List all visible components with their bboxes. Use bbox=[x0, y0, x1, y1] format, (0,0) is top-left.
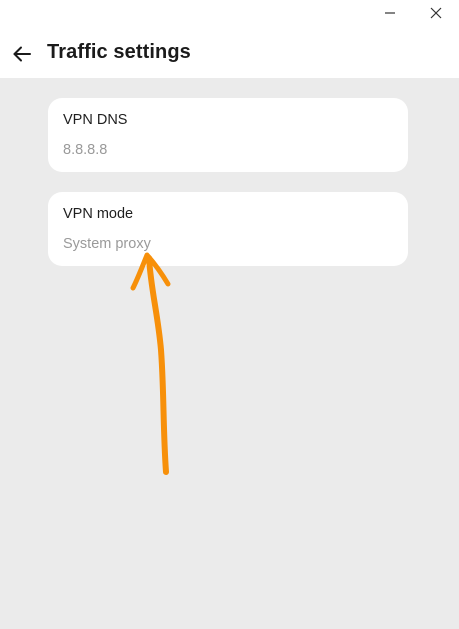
header-bar: Traffic settings bbox=[0, 0, 459, 78]
vpn-mode-label: VPN mode bbox=[63, 206, 134, 222]
page-title: Traffic settings bbox=[47, 41, 191, 63]
vpn-dns-setting[interactable]: VPN DNS 8.8.8.8 bbox=[48, 98, 408, 172]
annotation-arrow bbox=[130, 252, 171, 475]
vpn-dns-label: VPN DNS bbox=[63, 112, 128, 128]
vpn-dns-value: 8.8.8.8 bbox=[63, 142, 108, 158]
minimize-button[interactable] bbox=[367, 0, 413, 26]
close-icon bbox=[430, 7, 442, 19]
vpn-mode-value: System proxy bbox=[63, 236, 151, 252]
close-button[interactable] bbox=[413, 0, 459, 26]
back-button[interactable] bbox=[6, 38, 38, 70]
arrow-left-icon bbox=[13, 46, 31, 62]
minimize-icon bbox=[385, 12, 395, 14]
vpn-mode-setting[interactable]: VPN mode System proxy bbox=[48, 192, 408, 266]
